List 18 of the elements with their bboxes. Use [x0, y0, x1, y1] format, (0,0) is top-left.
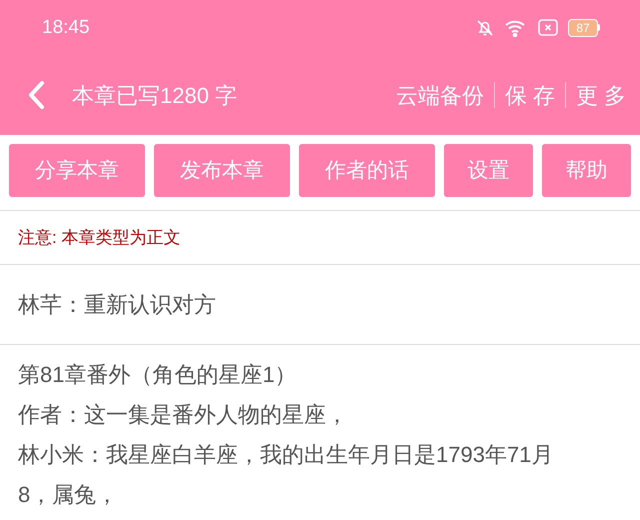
battery-icon: 87 — [568, 18, 600, 36]
body-paragraph: 林小米：我星座白羊座，我的出生年月日是1793年71月8，属兔， — [18, 441, 554, 509]
action-button[interactable]: 分享本章 — [9, 144, 145, 197]
toolbar-action[interactable]: 更 多 — [576, 78, 626, 112]
action-button[interactable]: 设置 — [444, 144, 533, 197]
action-button[interactable]: 作者的话 — [299, 144, 435, 197]
toolbar-action[interactable]: 云端备份 — [396, 78, 484, 112]
status-time: 18:45 — [42, 16, 90, 40]
sim-error-icon — [538, 19, 558, 36]
action-button[interactable]: 帮助 — [542, 144, 631, 197]
notice-text: 注意: 本章类型为正文 — [18, 226, 180, 249]
word-count-title: 本章已写1280 字 — [72, 82, 238, 110]
body-paragraph: 第81章番外（角色的星座1） — [18, 361, 298, 389]
bell-muted-icon — [476, 18, 494, 36]
toolbar-action[interactable]: 保 存 — [504, 78, 555, 112]
chapter-title-field[interactable]: 林芊：重新认识对方 — [18, 288, 216, 321]
action-button[interactable]: 发布本章 — [154, 144, 290, 197]
body-paragraph: 作者：这一集是番外人物的星座， — [18, 401, 349, 429]
